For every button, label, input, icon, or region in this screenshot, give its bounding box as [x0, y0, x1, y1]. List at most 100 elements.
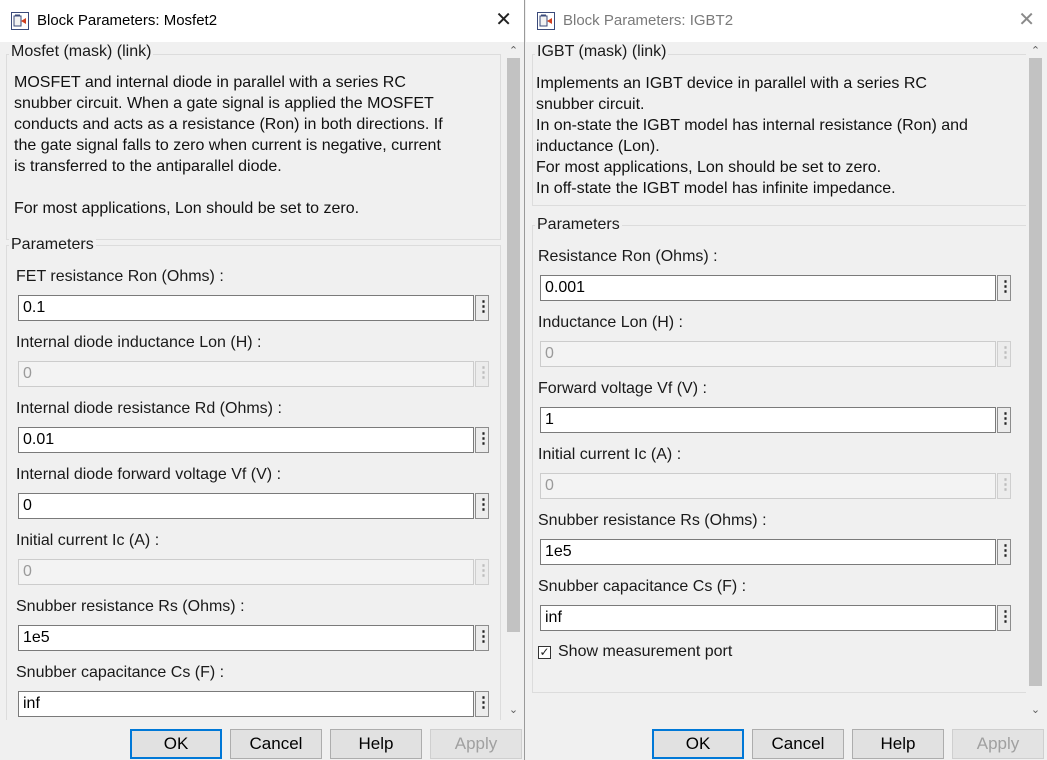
- rd-field[interactable]: [18, 427, 474, 453]
- help-button[interactable]: Help: [330, 729, 422, 759]
- lon-field: [540, 341, 996, 367]
- more-options-icon: ⋮: [997, 473, 1013, 499]
- window-title: Block Parameters: IGBT2: [563, 12, 734, 29]
- cs-input[interactable]: [19, 692, 473, 716]
- description-line: For most applications, Lon should be set…: [536, 159, 882, 176]
- ron-input[interactable]: [541, 276, 995, 300]
- dialog-content: Mosfet (mask) (link) MOSFET and internal…: [0, 42, 501, 720]
- description-line: In on-state the IGBT model has internal …: [536, 117, 968, 134]
- ic-input: [541, 474, 995, 498]
- param-label-cs: Snubber capacitance Cs (F) :: [16, 664, 225, 681]
- title-bar[interactable]: Block Parameters: IGBT2 ✕: [526, 0, 1047, 42]
- param-label-rs: Snubber resistance Rs (Ohms) :: [16, 598, 245, 615]
- lon-input: [541, 342, 995, 366]
- rs-input[interactable]: [541, 540, 995, 564]
- ron-field[interactable]: [18, 295, 474, 321]
- apply-button: Apply: [952, 729, 1044, 759]
- vf-input[interactable]: [19, 494, 473, 518]
- more-options-icon[interactable]: ⋮: [475, 625, 491, 651]
- scrollbar-thumb[interactable]: [1029, 58, 1042, 686]
- more-options-icon[interactable]: ⋮: [475, 691, 491, 717]
- show-measurement-checkbox[interactable]: ✓: [538, 646, 551, 659]
- more-options-icon[interactable]: ⋮: [997, 275, 1013, 301]
- more-options-icon: ⋮: [997, 341, 1013, 367]
- cs-field[interactable]: [540, 605, 996, 631]
- param-label-ron: FET resistance Ron (Ohms) :: [16, 268, 224, 285]
- cs-input[interactable]: [541, 606, 995, 630]
- ic-field: [18, 559, 474, 585]
- show-measurement-label: Show measurement port: [558, 643, 733, 660]
- description-line: snubber circuit.: [536, 96, 645, 113]
- lon-input: [19, 362, 473, 386]
- close-icon[interactable]: ✕: [495, 10, 512, 30]
- more-options-icon[interactable]: ⋮: [475, 295, 491, 321]
- rs-input[interactable]: [19, 626, 473, 650]
- param-label-rd: Internal diode resistance Rd (Ohms) :: [16, 400, 282, 417]
- close-icon[interactable]: ✕: [1018, 10, 1035, 30]
- ok-button[interactable]: OK: [130, 729, 222, 759]
- block-description: Implements an IGBT device in parallel wi…: [536, 73, 968, 199]
- param-label-cs: Snubber capacitance Cs (F) :: [538, 578, 747, 595]
- description-line: inductance (Lon).: [536, 138, 660, 155]
- ic-field: [540, 473, 996, 499]
- description-line: snubber circuit. When a gate signal is a…: [14, 95, 434, 112]
- param-label-rs: Snubber resistance Rs (Ohms) :: [538, 512, 767, 529]
- parameters-title: Parameters: [9, 236, 96, 254]
- param-label-vf: Forward voltage Vf (V) :: [538, 380, 707, 397]
- param-label-lon: Inductance Lon (H) :: [538, 314, 683, 331]
- description-line: is transferred to the antiparallel diode…: [14, 158, 282, 175]
- more-options-icon[interactable]: ⋮: [997, 605, 1013, 631]
- ron-field[interactable]: [540, 275, 996, 301]
- ron-input[interactable]: [19, 296, 473, 320]
- parameters-title: Parameters: [535, 216, 622, 234]
- description-line: the gate signal falls to zero when curre…: [14, 137, 441, 154]
- dialog-content: IGBT (mask) (link) Implements an IGBT de…: [526, 42, 1027, 720]
- vf-input[interactable]: [541, 408, 995, 432]
- vf-field[interactable]: [18, 493, 474, 519]
- description-line: Implements an IGBT device in parallel wi…: [536, 75, 927, 92]
- lon-field: [18, 361, 474, 387]
- more-options-icon[interactable]: ⋮: [475, 493, 491, 519]
- scroll-down-icon[interactable]: ⌄: [504, 703, 523, 716]
- window-title: Block Parameters: Mosfet2: [37, 12, 218, 29]
- param-label-lon: Internal diode inductance Lon (H) :: [16, 334, 262, 351]
- ok-button[interactable]: OK: [652, 729, 744, 759]
- cs-field[interactable]: [18, 691, 474, 717]
- description-line: For most applications, Lon should be set…: [14, 200, 360, 217]
- rs-field[interactable]: [18, 625, 474, 651]
- mask-header: Mosfet (mask) (link): [9, 43, 154, 61]
- block-description: MOSFET and internal diode in parallel wi…: [14, 72, 443, 219]
- mask-header: IGBT (mask) (link): [535, 43, 669, 61]
- more-options-icon: ⋮: [475, 361, 491, 387]
- description-line: conducts and acts as a resistance (Ron) …: [14, 116, 443, 133]
- description-line: In off-state the IGBT model has infinite…: [536, 180, 896, 197]
- rs-field[interactable]: [540, 539, 996, 565]
- more-options-icon[interactable]: ⋮: [997, 407, 1013, 433]
- rd-input[interactable]: [19, 428, 473, 452]
- more-options-icon: ⋮: [475, 559, 491, 585]
- scroll-up-icon[interactable]: ⌃: [1026, 44, 1045, 57]
- param-label-ron: Resistance Ron (Ohms) :: [538, 248, 718, 265]
- scrollbar-thumb[interactable]: [507, 58, 520, 632]
- vertical-scrollbar[interactable]: ⌃ ⌄: [1026, 42, 1045, 720]
- cancel-button[interactable]: Cancel: [230, 729, 322, 759]
- description-line: [14, 177, 443, 198]
- scroll-up-icon[interactable]: ⌃: [504, 44, 523, 57]
- param-label-vf: Internal diode forward voltage Vf (V) :: [16, 466, 282, 483]
- vf-field[interactable]: [540, 407, 996, 433]
- apply-button: Apply: [430, 729, 522, 759]
- help-button[interactable]: Help: [852, 729, 944, 759]
- igbt-dialog: Block Parameters: IGBT2 ✕ IGBT (mask) (l…: [526, 0, 1047, 760]
- simulink-block-icon: [11, 12, 29, 35]
- more-options-icon[interactable]: ⋮: [475, 427, 491, 453]
- more-options-icon[interactable]: ⋮: [997, 539, 1013, 565]
- param-label-ic: Initial current Ic (A) :: [16, 532, 160, 549]
- description-line: MOSFET and internal diode in parallel wi…: [14, 74, 406, 91]
- vertical-scrollbar[interactable]: ⌃ ⌄: [504, 42, 523, 720]
- simulink-block-icon: [537, 12, 555, 35]
- scroll-down-icon[interactable]: ⌄: [1026, 703, 1045, 716]
- ic-input: [19, 560, 473, 584]
- title-bar[interactable]: Block Parameters: Mosfet2 ✕: [0, 0, 524, 42]
- param-label-ic: Initial current Ic (A) :: [538, 446, 682, 463]
- cancel-button[interactable]: Cancel: [752, 729, 844, 759]
